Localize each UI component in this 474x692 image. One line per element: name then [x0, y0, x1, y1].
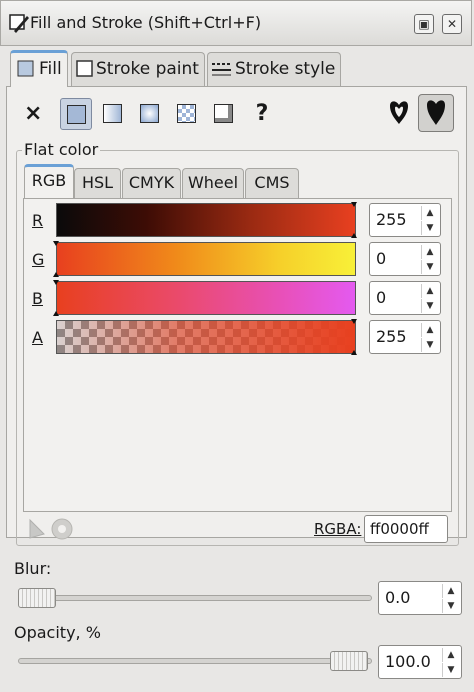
- tab-hsl-label: HSL: [81, 173, 114, 192]
- spin-down-icon[interactable]: ▼: [421, 338, 438, 352]
- red-value: 255: [376, 210, 407, 229]
- fill-icon: [17, 60, 34, 77]
- tab-wheel[interactable]: Wheel: [182, 168, 244, 198]
- alpha-marker: [351, 319, 357, 355]
- dialog-title: Fill and Stroke (Shift+Ctrl+F): [30, 13, 262, 32]
- blur-label: Blur:: [14, 559, 52, 578]
- tab-fill-label: Fill: [39, 59, 62, 79]
- flat-color-label: Flat color: [22, 140, 101, 159]
- tab-fill[interactable]: Fill: [10, 50, 68, 87]
- cms-indicator-icon: [51, 518, 73, 540]
- spin-up-icon[interactable]: ▲: [421, 284, 438, 298]
- slider-markers: [53, 202, 357, 355]
- spin-down-icon[interactable]: ▼: [442, 599, 459, 613]
- blur-slider-track[interactable]: [18, 595, 372, 601]
- radial-gradient-icon: [140, 104, 159, 123]
- color-picker-icon: [29, 518, 45, 539]
- opacity-slider-track[interactable]: [18, 658, 372, 664]
- iconify-icon: ▣: [418, 17, 430, 31]
- blue-marker: [53, 280, 59, 316]
- spin-up-icon[interactable]: ▲: [421, 245, 438, 259]
- no-paint-button[interactable]: ×: [24, 98, 56, 130]
- fill-stroke-dialog-icon: [9, 14, 29, 33]
- tab-hsl[interactable]: HSL: [74, 168, 121, 198]
- color-management-icons: [29, 518, 73, 540]
- tab-stroke-paint-label: Stroke paint: [96, 59, 199, 79]
- swatch-button[interactable]: [208, 98, 240, 130]
- linear-gradient-button[interactable]: [97, 98, 129, 130]
- green-label: G: [32, 250, 45, 269]
- red-spinbutton[interactable]: 255 ▲ ▼: [369, 203, 441, 237]
- spin-down-icon[interactable]: ▼: [442, 663, 459, 677]
- spin-up-icon[interactable]: ▲: [442, 584, 459, 598]
- stroke-paint-icon: [76, 60, 93, 77]
- blur-spinbutton[interactable]: 0.0 ▲ ▼: [378, 581, 462, 615]
- tab-rgb[interactable]: RGB: [24, 164, 74, 199]
- nonzero-icon: [427, 100, 445, 125]
- spin-up-icon[interactable]: ▲: [442, 648, 459, 662]
- green-value: 0: [376, 249, 387, 268]
- opacity-value: 100.0: [385, 652, 431, 671]
- opacity-label: Opacity, %: [14, 623, 101, 642]
- green-spinbutton[interactable]: 0 ▲ ▼: [369, 242, 441, 276]
- x-icon: ×: [24, 101, 43, 126]
- tab-wheel-label: Wheel: [187, 173, 239, 192]
- stroke-style-icon: [212, 63, 231, 76]
- tab-cms[interactable]: CMS: [245, 168, 299, 198]
- close-button[interactable]: ✕: [442, 14, 462, 34]
- opacity-spinbutton[interactable]: 100.0 ▲ ▼: [378, 645, 462, 679]
- question-icon: ?: [255, 101, 269, 126]
- spin-down-icon[interactable]: ▼: [421, 299, 438, 313]
- pattern-button[interactable]: [171, 98, 203, 130]
- spin-up-icon[interactable]: ▲: [421, 323, 438, 337]
- pattern-icon: [177, 104, 196, 123]
- blue-label: B: [32, 289, 43, 308]
- unset-paint-button[interactable]: ?: [246, 98, 278, 130]
- flat-color-button[interactable]: [60, 98, 92, 130]
- radial-gradient-button[interactable]: [134, 98, 166, 130]
- tab-cmyk-label: CMYK: [128, 173, 175, 192]
- flat-color-icon: [67, 105, 86, 124]
- tab-rgb-label: RGB: [31, 171, 67, 190]
- red-label: R: [32, 211, 44, 230]
- tab-stroke-paint[interactable]: Stroke paint: [71, 52, 205, 86]
- alpha-value: 255: [376, 327, 407, 346]
- spin-up-icon[interactable]: ▲: [421, 206, 438, 220]
- blur-slider-thumb[interactable]: [18, 588, 56, 608]
- close-icon: ✕: [446, 17, 458, 31]
- tab-cmyk[interactable]: CMYK: [122, 168, 181, 198]
- alpha-spinbutton[interactable]: 255 ▲ ▼: [369, 320, 441, 354]
- rgba-input[interactable]: ff0000ff: [364, 515, 448, 543]
- spin-down-icon[interactable]: ▼: [421, 260, 438, 274]
- red-marker: [351, 202, 357, 238]
- iconify-button[interactable]: ▣: [414, 14, 434, 34]
- tab-stroke-style-label: Stroke style: [235, 59, 336, 79]
- tab-stroke-style[interactable]: Stroke style: [207, 52, 341, 86]
- green-marker: [53, 241, 59, 277]
- blue-spinbutton[interactable]: 0 ▲ ▼: [369, 281, 441, 315]
- rgba-label: RGBA:: [314, 520, 362, 538]
- evenodd-fill-rule-button[interactable]: [384, 96, 414, 130]
- tab-cms-label: CMS: [254, 173, 290, 192]
- blur-value: 0.0: [385, 588, 411, 607]
- evenodd-icon: [390, 101, 408, 124]
- spin-down-icon[interactable]: ▼: [421, 221, 438, 235]
- blue-value: 0: [376, 288, 387, 307]
- nonzero-fill-rule-button[interactable]: [418, 94, 454, 132]
- swatch-icon: [214, 104, 233, 123]
- opacity-slider-thumb[interactable]: [330, 651, 368, 671]
- alpha-label: A: [32, 328, 43, 347]
- linear-gradient-icon: [103, 104, 122, 123]
